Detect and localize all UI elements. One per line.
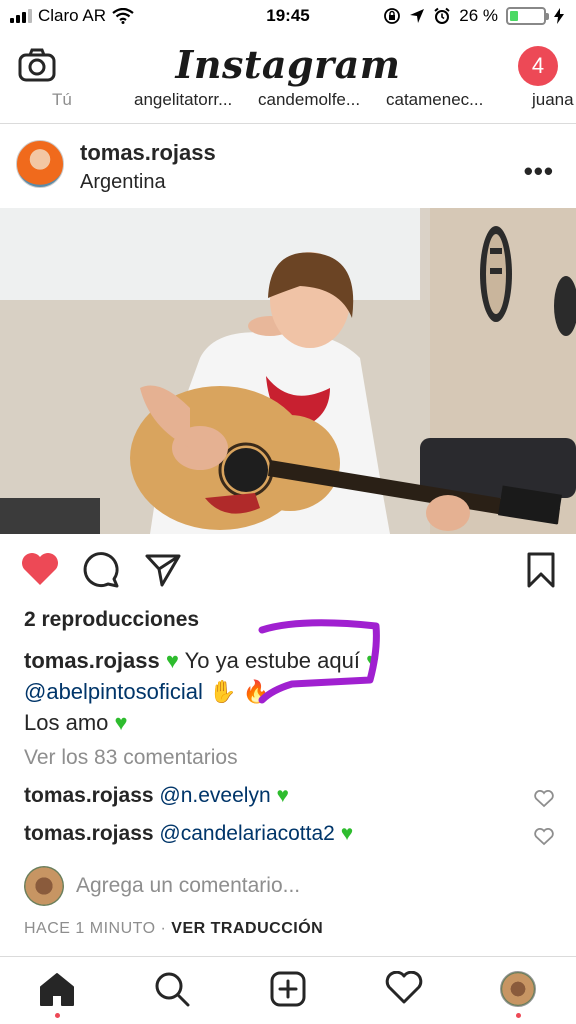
post-time: HACE 1 MINUTO [24, 920, 156, 937]
comment-like-icon[interactable] [534, 828, 554, 846]
avatar [24, 866, 64, 906]
profile-avatar[interactable] [500, 971, 536, 1007]
comment-like-icon[interactable] [534, 790, 554, 808]
translate-link[interactable]: VER TRADUCCIÓN [171, 920, 323, 937]
view-comments-link[interactable]: Ver los 83 comentarios [24, 746, 238, 770]
comment-row: tomas.rojass @candelariacotta2 ♥ [24, 822, 353, 846]
add-icon[interactable] [270, 971, 306, 1007]
green-heart-icon: ♥ [276, 784, 289, 807]
comment-text[interactable]: @n.eveelyn [159, 784, 270, 807]
home-activity-dot [55, 1013, 60, 1018]
activity-icon[interactable] [385, 971, 423, 1005]
comment-username[interactable]: tomas.rojass [24, 822, 154, 845]
comment-row: tomas.rojass @n.eveelyn ♥ [24, 784, 289, 808]
comment-text[interactable]: @candelariacotta2 [159, 822, 334, 845]
search-icon[interactable] [154, 971, 190, 1007]
home-icon[interactable] [38, 971, 76, 1007]
profile-activity-dot [516, 1013, 521, 1018]
bottom-nav [0, 956, 576, 1024]
post-meta: HACE 1 MINUTO · VER TRADUCCIÓN [24, 920, 324, 937]
add-comment-input[interactable]: Agrega un comentario... [76, 874, 300, 898]
comment-username[interactable]: tomas.rojass [24, 784, 154, 807]
green-heart-icon: ♥ [340, 822, 354, 845]
annotation-scribble [258, 619, 380, 704]
